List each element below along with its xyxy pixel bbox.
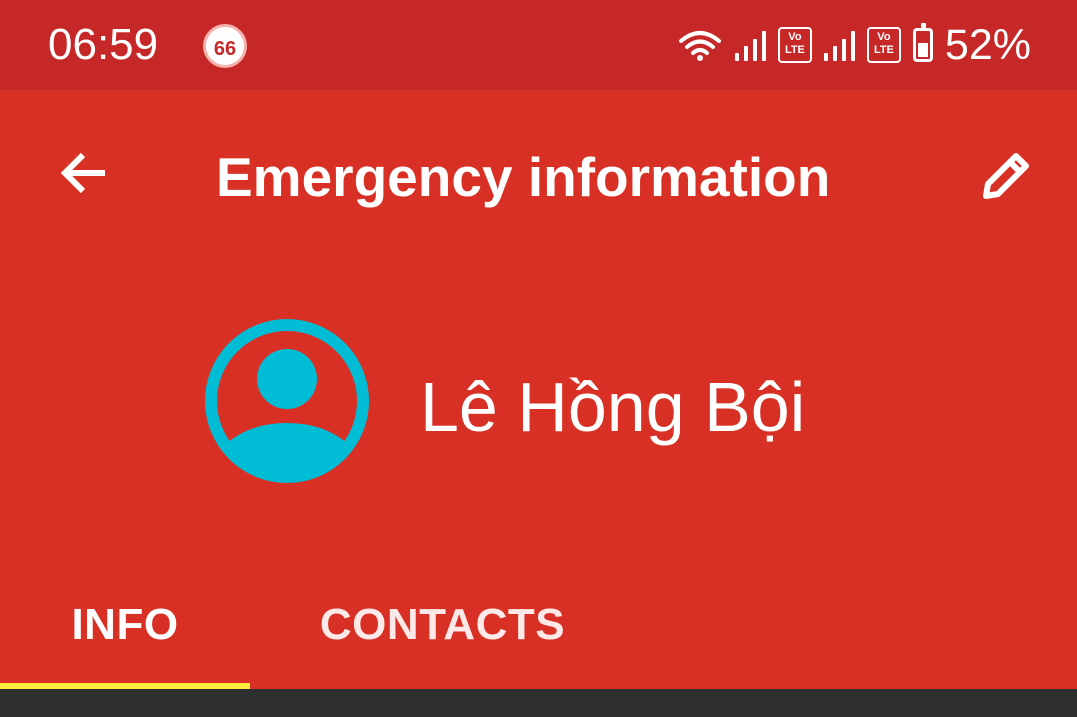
tab-bar: INFO CONTACTS bbox=[0, 560, 1077, 690]
app-bar: Emergency information bbox=[0, 90, 1077, 265]
back-button[interactable] bbox=[50, 140, 116, 206]
notification-count-badge: 66 bbox=[203, 24, 247, 68]
tab-info[interactable]: INFO bbox=[0, 560, 250, 690]
battery-percent: 52% bbox=[944, 21, 1031, 69]
arrow-back-icon bbox=[60, 152, 105, 194]
status-icons: Vo LTE Vo LTE 52% bbox=[677, 21, 1031, 69]
edit-button[interactable] bbox=[970, 140, 1042, 212]
wifi-icon bbox=[678, 31, 721, 61]
user-name: Lê Hồng Bội bbox=[420, 368, 806, 446]
status-bar: 06:59 66 Vo LTE Vo LTE 52% bbox=[0, 0, 1077, 90]
pencil-icon bbox=[983, 153, 1029, 199]
account-circle-icon bbox=[205, 319, 369, 483]
content-area bbox=[0, 689, 1077, 717]
battery-level-fill bbox=[917, 43, 928, 57]
page-title: Emergency information bbox=[216, 146, 831, 208]
volte-1-icon: Vo LTE bbox=[777, 27, 812, 63]
profile-header: Lê Hồng Bội bbox=[0, 300, 1077, 500]
volte-2-icon: Vo LTE bbox=[866, 27, 901, 63]
signal-2-icon bbox=[823, 29, 855, 61]
status-time: 06:59 bbox=[48, 20, 159, 69]
signal-1-icon bbox=[734, 29, 766, 61]
tab-contacts[interactable]: CONTACTS bbox=[250, 560, 635, 690]
battery-icon bbox=[912, 23, 933, 62]
